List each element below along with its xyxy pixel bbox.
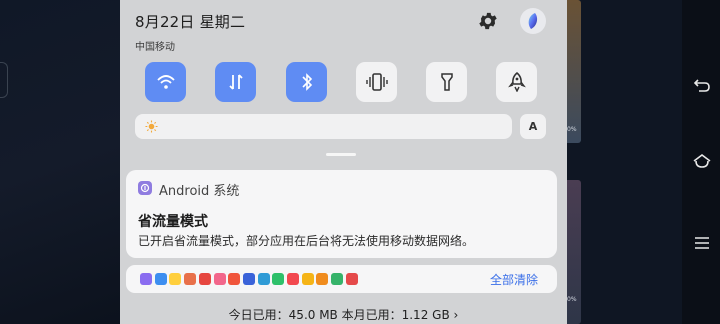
vibrate-icon [365,73,388,91]
brightness-slider[interactable] [135,114,512,139]
notification-app-name: Android 系统 [159,184,240,199]
notification-app-icon [257,273,270,285]
notification-app-icon [169,273,182,285]
notification-app-icon [272,273,285,285]
background-percent-label: 0% [567,296,577,303]
date-text: 8月22日 星期二 [135,13,246,31]
clear-all-button[interactable]: 全部清除 [490,271,538,288]
background-percent-label: 0% [567,126,577,133]
background-app-left [0,0,120,324]
data-arrows-icon [228,74,243,90]
bluetooth-toggle[interactable] [286,62,327,102]
notification-app-icon [287,273,299,285]
avatar-icon [528,13,538,29]
user-avatar[interactable] [520,8,546,34]
back-button[interactable] [691,74,713,96]
sun-icon [145,120,158,133]
data-usage-summary[interactable]: 今日已用：45.0 MB 本月已用：1.12 GB › [120,306,567,323]
navigation-bar [682,0,720,324]
notification-app-icon [331,273,344,285]
flashlight-toggle[interactable] [426,62,467,102]
wifi-toggle[interactable] [145,62,186,102]
notification-body: 已开启省流量模式，部分应用在后台将无法使用移动数据网络。 [138,234,475,248]
notification-app-icon [345,273,358,285]
chevron-right-icon: › [453,308,459,322]
wifi-icon [156,75,175,89]
rocket-icon [507,72,526,92]
data-usage-text: 今日已用：45.0 MB 本月已用：1.12 GB [228,308,450,322]
notification-title: 省流量模式 [138,214,208,230]
home-icon [693,154,711,168]
notification-app-icon [242,273,255,285]
notification-app-icon [154,273,167,285]
notification-icons-row[interactable]: 全部清除 [126,265,557,293]
background-app-right: 0% 0% [567,0,682,324]
menu-button[interactable] [691,232,713,254]
bluetooth-icon [301,73,312,91]
notification-app-icon [184,273,197,285]
notification-shade: 8月22日 星期二 中国移动 A Android 系统 省流量模式 已开启省流量… [120,0,567,324]
notification-app-icon [213,273,226,285]
mobile-data-toggle[interactable] [215,62,256,102]
android-system-icon [138,181,152,195]
notification-app-icon [198,273,211,285]
menu-icon [695,237,709,249]
notification-app-icon [301,273,314,285]
flashlight-icon [440,73,453,91]
rocket-toggle[interactable] [496,62,537,102]
carrier-label: 中国移动 [135,42,175,53]
back-icon [693,79,710,92]
background-card [567,0,581,143]
background-edge-handle [0,62,8,98]
notification-app-icon [140,273,152,285]
auto-brightness-button[interactable]: A [520,114,546,139]
notification-app-icon [228,273,241,285]
gear-icon[interactable] [477,10,499,32]
vibrate-toggle[interactable] [356,62,397,102]
drag-handle[interactable] [326,153,356,156]
notification-card[interactable]: Android 系统 省流量模式 已开启省流量模式，部分应用在后台将无法使用移动… [126,170,557,258]
home-button[interactable] [691,150,713,172]
notification-app-icon [316,273,329,285]
